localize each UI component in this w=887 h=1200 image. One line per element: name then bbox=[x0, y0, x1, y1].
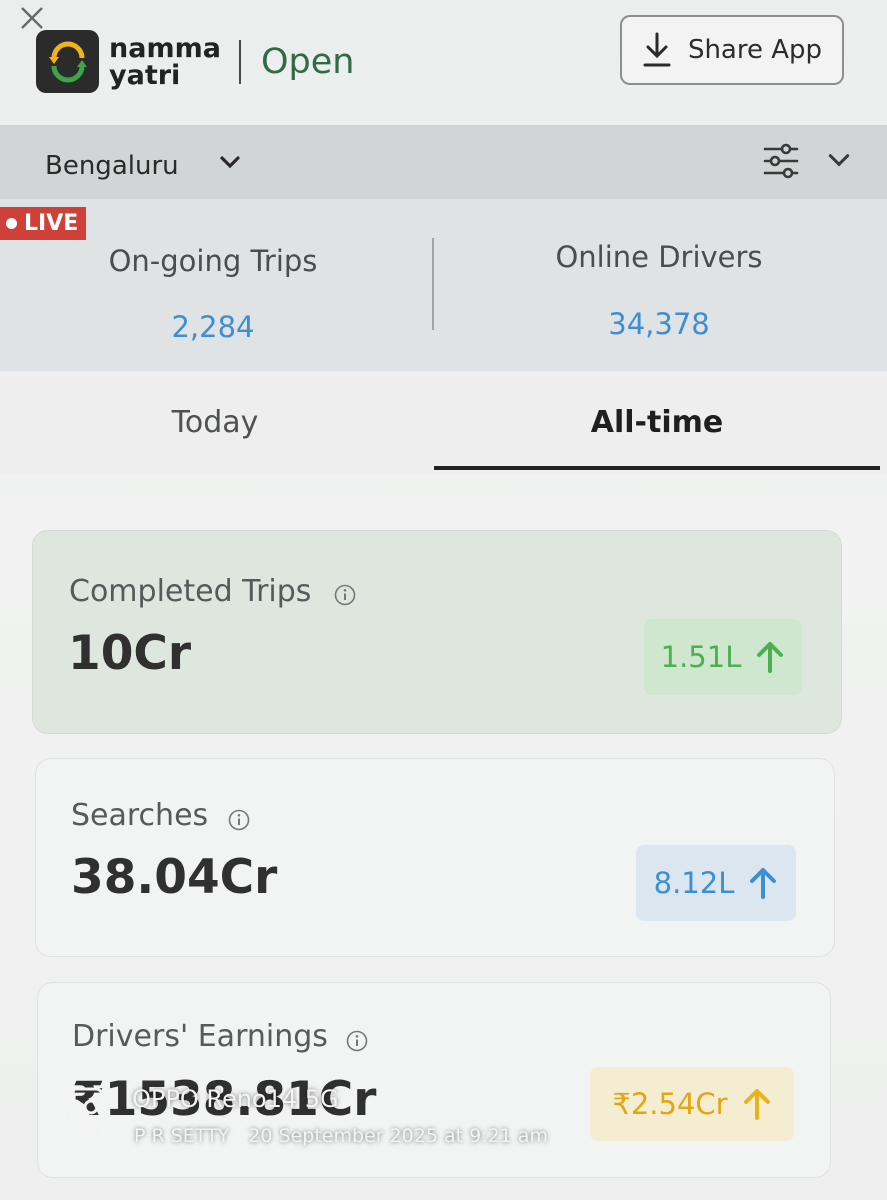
live-badge: LIVE bbox=[0, 207, 86, 240]
live-dot-icon bbox=[6, 218, 17, 229]
searches-label: Searches bbox=[71, 798, 209, 833]
completed-trips-delta: 1.51L bbox=[644, 619, 802, 695]
arrow-up-icon bbox=[757, 642, 784, 673]
camera-watermark-icon bbox=[62, 1087, 104, 1143]
online-drivers-label: Online Drivers bbox=[555, 240, 763, 274]
brand-open-label: Open bbox=[260, 41, 355, 82]
city-select[interactable]: Bengaluru bbox=[45, 151, 179, 181]
watermark-meta: P R SETTY 20 September 2025 at 9:21 am bbox=[134, 1125, 548, 1147]
arrow-up-icon bbox=[750, 868, 777, 899]
info-icon[interactable] bbox=[334, 584, 356, 606]
brand-name-line2: yatri bbox=[109, 59, 181, 91]
brand-name: namma yatri bbox=[109, 35, 221, 89]
watermark-author: P R SETTY bbox=[134, 1125, 230, 1147]
completed-trips-delta-value: 1.51L bbox=[660, 640, 742, 674]
share-app-button[interactable]: Share App bbox=[620, 15, 844, 85]
online-drivers-value: 34,378 bbox=[608, 307, 710, 341]
watermark-device: OPPO Reno14 5G bbox=[132, 1085, 339, 1113]
namma-yatri-logo-icon bbox=[36, 30, 99, 93]
city-filter-bar: Bengaluru bbox=[0, 125, 887, 199]
expand-filters-chevron-icon[interactable] bbox=[826, 147, 852, 173]
drivers-earnings-delta: ₹2.54Cr bbox=[590, 1067, 794, 1141]
drivers-earnings-delta-value: ₹2.54Cr bbox=[612, 1087, 728, 1121]
app-screen: namma yatri Open Share App Bengaluru LIV… bbox=[0, 0, 887, 1200]
download-icon bbox=[643, 32, 671, 67]
ongoing-trips-value: 2,284 bbox=[171, 310, 255, 344]
drivers-earnings-label: Drivers' Earnings bbox=[72, 1019, 328, 1054]
completed-trips-label: Completed Trips bbox=[69, 574, 312, 609]
watermark-date: 20 September 2025 at 9:21 am bbox=[248, 1125, 548, 1147]
active-tab-indicator bbox=[434, 466, 880, 470]
arrow-up-icon bbox=[743, 1089, 770, 1120]
watermark-separator bbox=[238, 1127, 240, 1146]
searches-delta: 8.12L bbox=[636, 845, 796, 921]
info-icon[interactable] bbox=[346, 1030, 368, 1052]
live-badge-label: LIVE bbox=[24, 211, 79, 236]
completed-trips-value: 10Cr bbox=[68, 626, 192, 681]
brand-divider bbox=[238, 39, 241, 84]
brand-logo: namma yatri Open bbox=[36, 30, 354, 93]
filter-sliders-icon[interactable] bbox=[762, 141, 800, 181]
share-app-label: Share App bbox=[687, 35, 823, 65]
searches-delta-value: 8.12L bbox=[653, 866, 735, 900]
live-stats-panel bbox=[0, 199, 887, 371]
chevron-down-icon[interactable] bbox=[218, 150, 242, 174]
tab-today[interactable]: Today bbox=[0, 405, 430, 440]
stats-divider bbox=[432, 238, 434, 330]
brand-name-line1: namma bbox=[109, 32, 221, 64]
ongoing-trips-label: On-going Trips bbox=[108, 244, 318, 278]
searches-value: 38.04Cr bbox=[71, 850, 278, 905]
info-icon[interactable] bbox=[228, 809, 250, 831]
tab-all-time[interactable]: All-time bbox=[434, 405, 880, 440]
